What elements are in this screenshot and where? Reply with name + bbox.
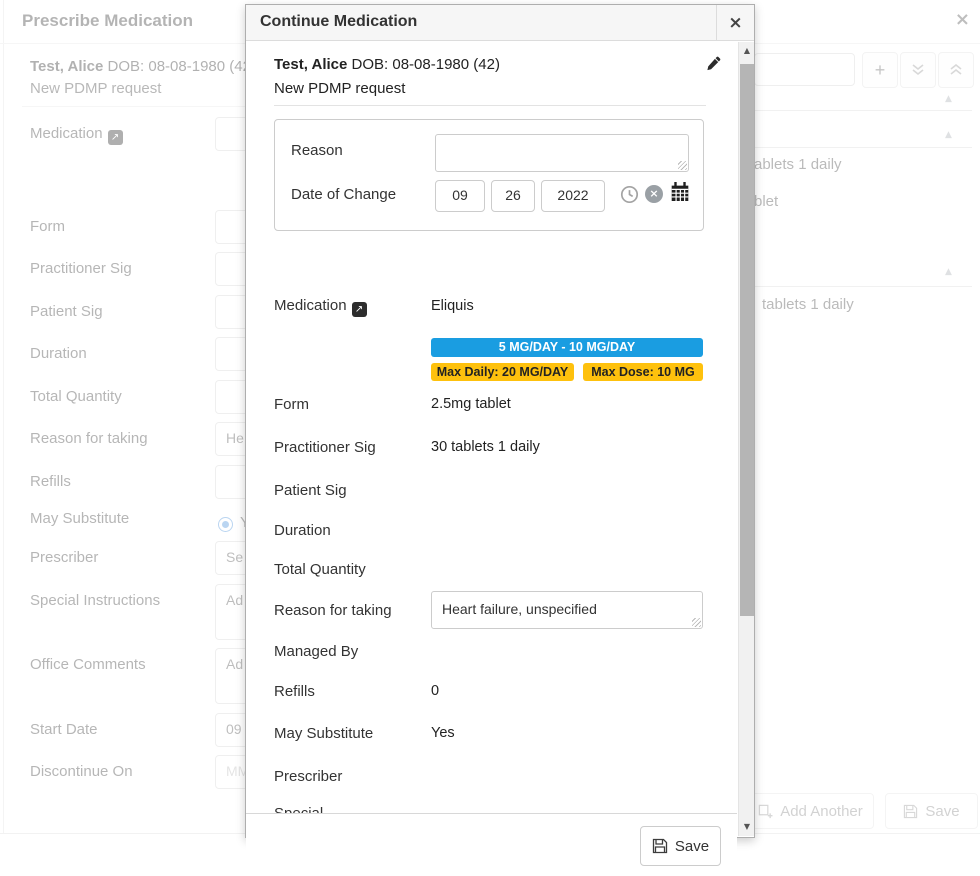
reason-for-taking-textarea[interactable]: Heart failure, unspecified — [431, 591, 703, 629]
reason-textarea[interactable] — [435, 134, 689, 172]
scroll-down-icon[interactable]: ▼ — [739, 818, 755, 836]
modal-footer: Save — [246, 813, 737, 876]
save-icon — [652, 838, 668, 854]
patient-name: Test, Alice — [274, 56, 347, 73]
patient-sig-label: Patient Sig — [274, 482, 347, 499]
close-icon[interactable]: × — [716, 5, 754, 41]
prescriber-label: Prescriber — [274, 768, 342, 785]
save-label: Save — [675, 838, 709, 855]
external-link-icon[interactable]: ↗ — [352, 302, 367, 317]
modal-title: Continue Medication — [260, 13, 417, 31]
reason-label: Reason — [291, 142, 343, 159]
refills-value: 0 — [431, 683, 439, 699]
divider — [274, 105, 706, 106]
year-input[interactable]: 2022 — [541, 180, 605, 212]
scroll-up-icon[interactable]: ▲ — [739, 42, 755, 60]
managed-by-label: Managed By — [274, 643, 358, 660]
field-label: Medication — [274, 297, 347, 314]
reason-box: Reason Date of Change 09 26 2022 × — [274, 119, 704, 231]
max-dose-badge: Max Dose: 10 MG — [583, 363, 703, 381]
patient-dob: DOB: 08-08-1980 (42) — [352, 56, 500, 73]
practitioner-sig-label: Practitioner Sig — [274, 439, 376, 456]
resize-handle[interactable] — [692, 618, 701, 627]
resize-handle[interactable] — [678, 161, 687, 170]
calendar-icon[interactable] — [670, 182, 690, 206]
pdmp-request-link[interactable]: New PDMP request — [274, 80, 405, 97]
max-daily-badge: Max Daily: 20 MG/DAY — [431, 363, 574, 381]
refills-label: Refills — [274, 683, 315, 700]
form-label: Form — [274, 396, 309, 413]
date-of-change-label: Date of Change — [291, 186, 396, 203]
scrollbar-thumb[interactable] — [740, 64, 754, 616]
continue-medication-modal: Continue Medication × Test, Alice DOB: 0… — [245, 4, 755, 838]
practitioner-sig-value: 30 tablets 1 daily — [431, 439, 540, 455]
save-button[interactable]: Save — [640, 826, 721, 866]
reason-for-taking-label: Reason for taking — [274, 602, 392, 619]
duration-label: Duration — [274, 522, 331, 539]
day-input[interactable]: 26 — [491, 180, 535, 212]
clear-date-icon[interactable]: × — [645, 185, 663, 203]
medication-value: Eliquis — [431, 298, 474, 314]
modal-body: Test, Alice DOB: 08-08-1980 (42) New PDM… — [246, 42, 737, 837]
form-value: 2.5mg tablet — [431, 396, 511, 412]
medication-label: Medication ↗ — [274, 297, 367, 317]
edit-pencil-icon[interactable] — [706, 56, 721, 76]
month-input[interactable]: 09 — [435, 180, 485, 212]
total-quantity-label: Total Quantity — [274, 561, 366, 578]
modal-header: Continue Medication × — [246, 5, 754, 41]
clock-icon[interactable] — [620, 185, 639, 209]
may-substitute-value: Yes — [431, 725, 455, 741]
may-substitute-label: May Substitute — [274, 725, 373, 742]
dose-range-badge: 5 MG/DAY - 10 MG/DAY — [431, 338, 703, 357]
patient-info: Test, Alice DOB: 08-08-1980 (42) — [274, 56, 500, 73]
modal-scrollbar[interactable]: ▲ ▼ — [738, 42, 754, 836]
